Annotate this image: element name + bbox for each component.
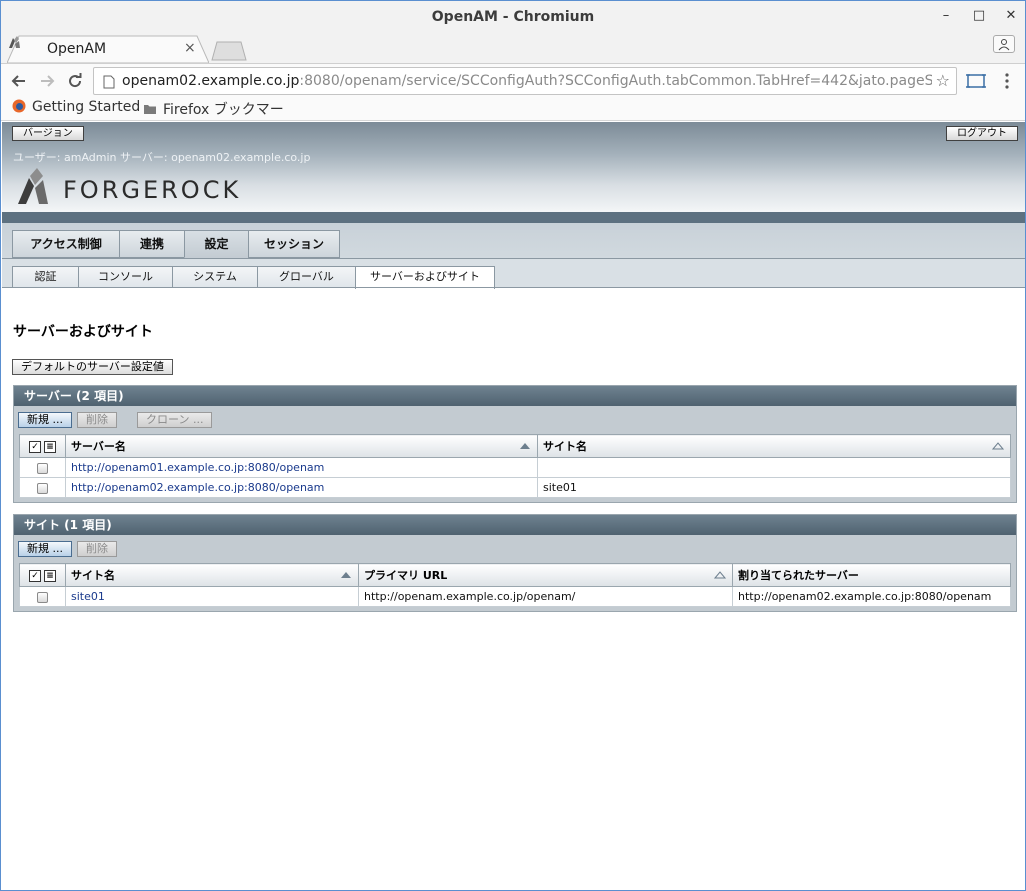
forgerock-favicon-icon xyxy=(9,36,20,48)
delete-site-button[interactable]: 削除 xyxy=(77,541,117,557)
new-site-button[interactable]: 新規 ... xyxy=(18,541,72,557)
server-name-link[interactable]: http://openam01.example.co.jp:8080/opena… xyxy=(65,457,538,478)
site-name-link[interactable]: site01 xyxy=(65,586,359,607)
new-server-button[interactable]: 新規 ... xyxy=(18,412,72,428)
forgerock-logo-icon xyxy=(18,168,48,204)
tab-strip: OpenAM × xyxy=(1,33,1025,63)
sites-panel: サイト (1 項目) 新規 ... 削除 ✓ ≡ サイト名 プライマリ URL … xyxy=(13,514,1017,612)
bookmarks-bar: Getting Started Firefox ブックマー xyxy=(1,97,1025,121)
bookmark-getting-started[interactable]: Getting Started xyxy=(12,99,140,115)
url-path: :8080/openam/service/SCConfigAuth?SCConf… xyxy=(299,73,932,89)
brand-wordmark: FORGEROCK xyxy=(63,176,242,204)
reload-icon[interactable] xyxy=(65,71,85,91)
page-info-icon[interactable] xyxy=(103,75,115,89)
table-row: site01 http://openam.example.co.jp/opena… xyxy=(19,586,1011,607)
subtab-console[interactable]: コンソール xyxy=(78,266,173,288)
servers-heading: サーバー (2 項目) xyxy=(14,386,1016,406)
firefox-icon xyxy=(12,99,26,113)
subtab-servers-and-sites[interactable]: サーバーおよびサイト xyxy=(355,266,495,289)
tab-configuration[interactable]: 設定 xyxy=(184,230,249,258)
server-name-link[interactable]: http://openam02.example.co.jp:8080/opena… xyxy=(65,477,538,498)
menu-dots-icon[interactable] xyxy=(1001,71,1013,91)
assigned-servers-column-header[interactable]: 割り当てられたサーバー xyxy=(732,563,1011,587)
subtab-global[interactable]: グローバル xyxy=(257,266,356,288)
table-header-row: ✓ ≡ サイト名 プライマリ URL 割り当てられたサーバー xyxy=(19,563,1011,587)
clone-server-button[interactable]: クローン ... xyxy=(137,412,213,428)
masthead-divider xyxy=(2,212,1025,223)
servers-table: ✓ ≡ サーバー名 サイト名 http://openam01.example.c… xyxy=(19,434,1011,498)
tab-access-control[interactable]: アクセス制御 xyxy=(12,230,120,258)
assigned-servers-cell: http://openam02.example.co.jp:8080/opena… xyxy=(732,586,1011,607)
browser-tab-openam[interactable]: OpenAM × xyxy=(7,35,209,63)
cast-screen-icon[interactable] xyxy=(965,71,987,91)
subtab-authentication[interactable]: 認証 xyxy=(12,266,79,288)
server-name-column-header[interactable]: サーバー名 xyxy=(65,434,538,458)
version-button[interactable]: バージョン xyxy=(12,126,84,141)
site-name-cell xyxy=(537,457,1011,478)
new-tab-button[interactable] xyxy=(211,41,247,61)
person-icon xyxy=(998,39,1010,51)
bookmark-star-icon[interactable]: ☆ xyxy=(936,71,950,90)
sort-icon[interactable] xyxy=(992,442,1004,450)
close-window-button[interactable]: ✕ xyxy=(1002,7,1020,25)
select-all-icon[interactable]: ✓ xyxy=(29,569,41,582)
sites-table: ✓ ≡ サイト名 プライマリ URL 割り当てられたサーバー site01 ht… xyxy=(19,563,1011,607)
browser-window: OpenAM - Chromium – □ ✕ OpenAM × openam0… xyxy=(0,0,1026,891)
sites-heading: サイト (1 項目) xyxy=(14,515,1016,535)
title-bar: OpenAM - Chromium – □ ✕ xyxy=(1,1,1025,33)
subtab-divider xyxy=(2,287,1025,288)
default-server-settings-button[interactable]: デフォルトのサーバー設定値 xyxy=(12,359,173,375)
masthead: バージョン ログアウト ユーザー: amAdmin サーバー: openam02… xyxy=(2,122,1025,212)
row-checkbox[interactable] xyxy=(37,462,48,474)
servers-panel: サーバー (2 項目) 新規 ... 削除 クローン ... ✓ ≡ サーバー名 xyxy=(13,385,1017,503)
page-content: バージョン ログアウト ユーザー: amAdmin サーバー: openam02… xyxy=(2,122,1025,890)
profile-button[interactable] xyxy=(993,35,1015,53)
table-row: http://openam01.example.co.jp:8080/opena… xyxy=(19,457,1011,478)
logout-button[interactable]: ログアウト xyxy=(946,126,1018,141)
sort-ascending-icon[interactable] xyxy=(340,571,352,579)
primary-url-column-header[interactable]: プライマリ URL xyxy=(358,563,733,587)
forgerock-logo: FORGEROCK xyxy=(15,168,238,206)
site-name-column-header[interactable]: サイト名 xyxy=(537,434,1011,458)
row-checkbox[interactable] xyxy=(37,482,48,494)
subtab-system[interactable]: システム xyxy=(172,266,258,288)
address-bar[interactable]: openam02.example.co.jp:8080/openam/servi… xyxy=(93,67,957,95)
select-column-header: ✓ ≡ xyxy=(19,563,66,587)
page-title: サーバーおよびサイト xyxy=(13,324,153,340)
tab-sessions[interactable]: セッション xyxy=(248,230,340,258)
site-name-cell: site01 xyxy=(537,477,1011,498)
sort-icon[interactable] xyxy=(714,571,726,579)
tab-federation[interactable]: 連携 xyxy=(119,230,185,258)
row-checkbox-cell xyxy=(19,586,66,607)
user-server-info: ユーザー: amAdmin サーバー: openam02.example.co.… xyxy=(13,151,311,164)
delete-server-button[interactable]: 削除 xyxy=(77,412,117,428)
window-title: OpenAM - Chromium xyxy=(431,9,595,25)
tab-close-icon[interactable]: × xyxy=(184,40,196,56)
table-row: http://openam02.example.co.jp:8080/opena… xyxy=(19,477,1011,498)
site-name-column-header[interactable]: サイト名 xyxy=(65,563,359,587)
folder-icon xyxy=(144,105,156,114)
browser-toolbar: openam02.example.co.jp:8080/openam/servi… xyxy=(1,63,1025,97)
maximize-button[interactable]: □ xyxy=(970,7,988,25)
row-checkbox[interactable] xyxy=(37,591,48,603)
minimize-button[interactable]: – xyxy=(937,7,955,25)
row-checkbox-cell xyxy=(19,457,66,478)
deselect-all-icon[interactable]: ≡ xyxy=(44,569,56,582)
forward-arrow-icon[interactable] xyxy=(37,71,57,91)
deselect-all-icon[interactable]: ≡ xyxy=(44,440,56,453)
bookmark-folder-firefox[interactable]: Firefox ブックマー xyxy=(143,99,284,119)
select-all-icon[interactable]: ✓ xyxy=(29,440,41,453)
sort-ascending-icon[interactable] xyxy=(519,442,531,450)
select-column-header: ✓ ≡ xyxy=(19,434,66,458)
primary-url-cell: http://openam.example.co.jp/openam/ xyxy=(358,586,733,607)
row-checkbox-cell xyxy=(19,477,66,498)
table-header-row: ✓ ≡ サーバー名 サイト名 xyxy=(19,434,1011,458)
back-arrow-icon[interactable] xyxy=(9,71,29,91)
tab-title: OpenAM xyxy=(47,41,107,57)
url-host: openam02.example.co.jp xyxy=(122,73,300,89)
